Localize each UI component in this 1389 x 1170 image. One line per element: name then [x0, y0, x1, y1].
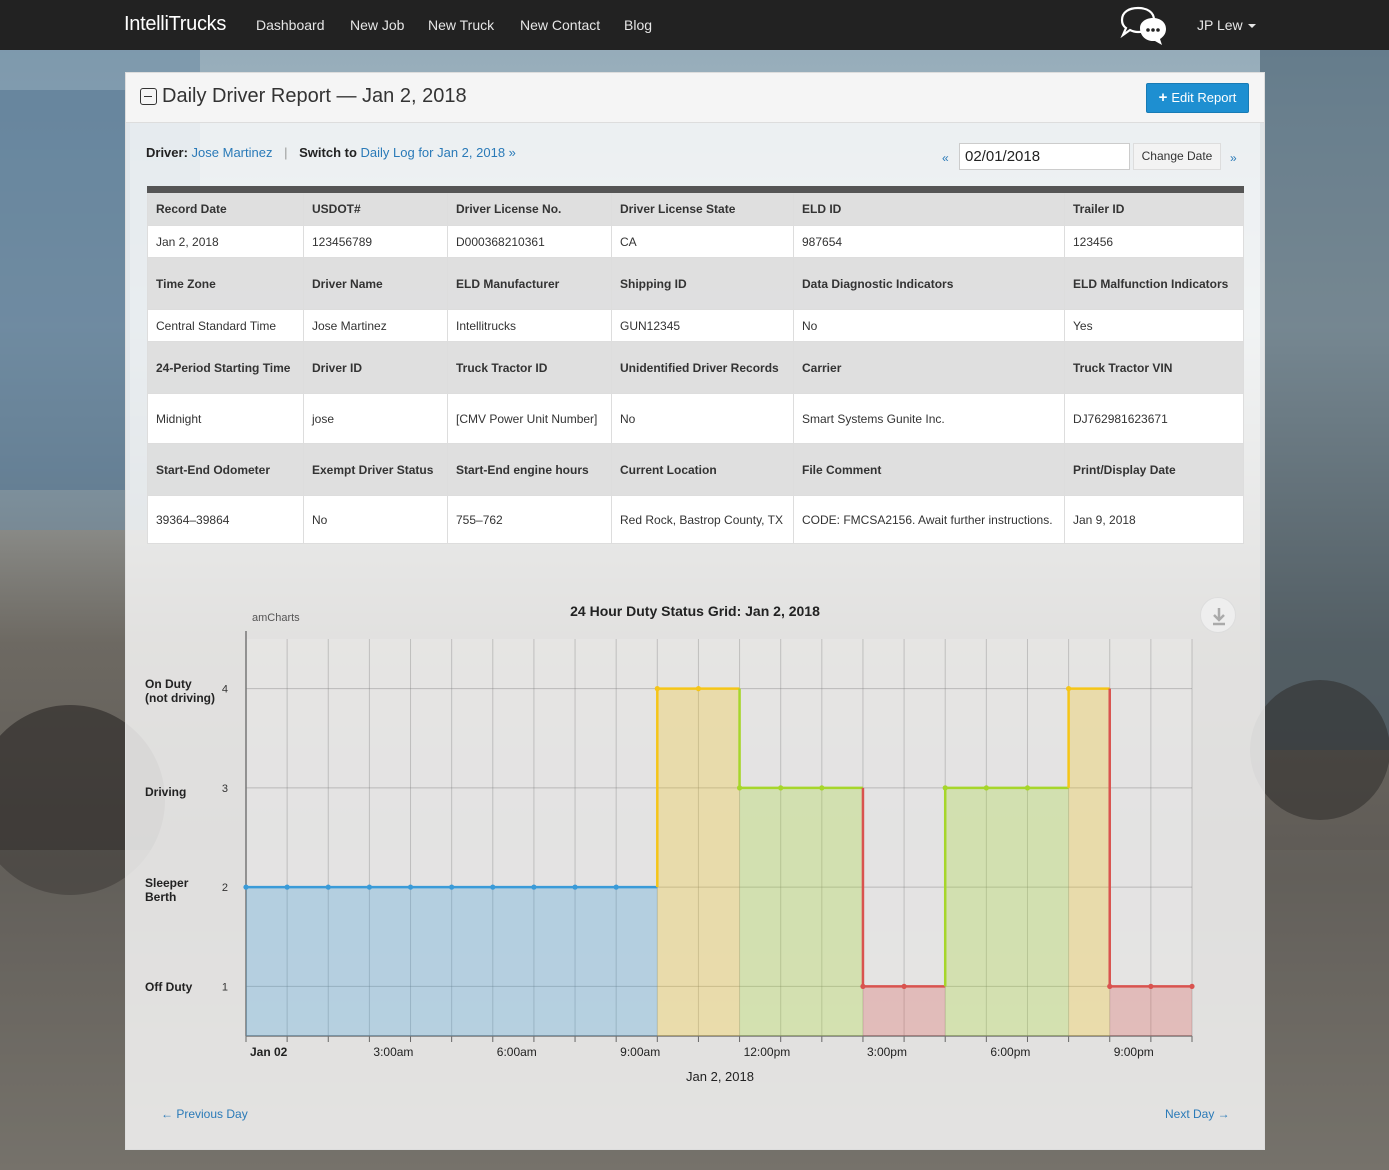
data-point [284, 884, 290, 890]
nav-new-job[interactable]: New Job [350, 17, 404, 33]
data-point [1024, 785, 1031, 791]
next-day-link[interactable]: Next Day → [1165, 1107, 1230, 1121]
nav-new-truck[interactable]: New Truck [428, 17, 494, 33]
data-point [942, 785, 948, 791]
data-point [1066, 686, 1072, 692]
data-point [1148, 983, 1154, 989]
data-point [531, 884, 537, 890]
data-point [695, 686, 702, 692]
x-tick-label: 9:00am [620, 1045, 660, 1059]
x-tick-label: 6:00pm [990, 1045, 1030, 1059]
data-point [901, 983, 907, 989]
chat-icon[interactable] [1118, 4, 1170, 48]
report-panel: Daily Driver Report — Jan 2, 2018 + Edit … [125, 72, 1265, 1150]
data-point [1107, 983, 1113, 989]
y-tick-label: 3 [222, 783, 228, 795]
top-navbar: IntelliTrucks Dashboard New Job New Truc… [0, 0, 1389, 50]
x-tick-label: 3:00pm [867, 1045, 907, 1059]
status-area [1109, 986, 1192, 1036]
data-point [366, 884, 372, 890]
y-tick-label: 1 [222, 981, 228, 993]
data-point [243, 884, 249, 890]
data-point [490, 884, 496, 890]
caret-down-icon [1247, 24, 1256, 29]
y-tick-label: 2 [222, 882, 228, 894]
brand-logo[interactable]: IntelliTrucks [124, 13, 226, 36]
data-point [654, 686, 660, 692]
previous-day-link[interactable]: ← Previous Day [161, 1107, 248, 1121]
status-area [657, 688, 740, 1036]
status-area [739, 787, 863, 1036]
data-point [983, 785, 989, 791]
user-menu[interactable]: JP Lew [1197, 17, 1256, 33]
data-point [736, 785, 743, 791]
data-point [572, 884, 578, 890]
x-tick-label: 9:00pm [1114, 1045, 1154, 1059]
user-name: JP Lew [1197, 17, 1243, 33]
x-axis-title: Jan 2, 2018 [686, 1069, 754, 1084]
data-point [819, 785, 825, 791]
data-point [778, 785, 784, 791]
nav-new-contact[interactable]: New Contact [520, 17, 600, 33]
x-tick-label: 12:00pm [744, 1045, 791, 1059]
y-tick-label: 4 [222, 684, 228, 696]
status-area [862, 986, 946, 1036]
data-point [449, 884, 455, 890]
data-point [407, 884, 414, 890]
status-area [246, 887, 658, 1036]
nav-blog[interactable]: Blog [624, 17, 652, 33]
data-point [613, 884, 619, 890]
status-area [945, 787, 1069, 1036]
data-point [325, 884, 331, 890]
chart-credit: amCharts [252, 612, 300, 624]
x-tick-label: 6:00am [497, 1045, 537, 1059]
duty-status-chart: 1 2 3 4 Jan 02 3:00am 6:00am 9:00am 12:00pm 3:00p… [222, 612, 1195, 1084]
nav-dashboard[interactable]: Dashboard [256, 17, 325, 33]
data-point [1189, 983, 1195, 989]
x-tick-label: 3:00am [373, 1045, 413, 1059]
data-point [860, 983, 866, 989]
status-area [1068, 688, 1110, 1036]
x-tick-label: Jan 02 [250, 1045, 288, 1059]
